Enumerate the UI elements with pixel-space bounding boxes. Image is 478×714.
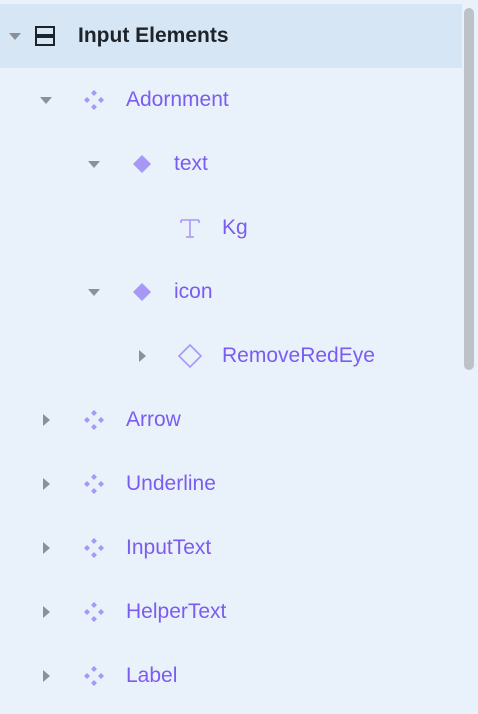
component-icon — [80, 580, 108, 644]
caret-right-icon[interactable] — [38, 516, 54, 580]
tree-item-label: RemoveRedEye — [222, 344, 375, 367]
tree-row-input-elements[interactable]: Input Elements — [0, 4, 462, 68]
tree-item-label: icon — [174, 280, 213, 303]
diamond-filled-icon — [128, 132, 156, 196]
caret-right-icon[interactable] — [38, 644, 54, 708]
layers-panel: Input Elements Adornment text Kg icon Re… — [0, 0, 478, 714]
tree-item-label: InputText — [126, 536, 212, 559]
tree-item-label: text — [174, 152, 208, 175]
tree-item-label: Label — [126, 664, 178, 687]
tree-item-label: HelperText — [126, 600, 227, 623]
caret-right-icon[interactable] — [38, 580, 54, 644]
tree-row-underline[interactable]: Underline — [0, 452, 462, 516]
caret-right-icon[interactable] — [38, 388, 54, 452]
tree-row-helpertext[interactable]: HelperText — [0, 580, 462, 644]
caret-down-icon[interactable] — [86, 260, 102, 324]
component-icon — [80, 644, 108, 708]
caret-down-icon[interactable] — [38, 68, 54, 132]
tree-row-adornment[interactable]: Adornment — [0, 68, 462, 132]
layout-rows-icon — [31, 4, 59, 68]
caret-down-icon[interactable] — [86, 132, 102, 196]
tree-item-label: Input Elements — [78, 24, 229, 47]
tree-item-label: Arrow — [126, 408, 181, 431]
component-icon — [80, 388, 108, 452]
caret-right-icon[interactable] — [134, 324, 150, 388]
diamond-filled-icon — [128, 260, 156, 324]
tree-item-label: Kg — [222, 216, 248, 239]
text-icon — [176, 196, 204, 260]
component-icon — [80, 516, 108, 580]
tree-row-text[interactable]: text — [0, 132, 462, 196]
tree-row-kg[interactable]: Kg — [0, 196, 462, 260]
diamond-outline-icon — [176, 324, 204, 388]
component-icon — [80, 452, 108, 516]
tree-item-label: Underline — [126, 472, 216, 495]
caret-down-icon[interactable] — [7, 4, 23, 68]
tree-row-inputtext[interactable]: InputText — [0, 516, 462, 580]
tree-item-label: Adornment — [126, 88, 229, 111]
caret-right-icon[interactable] — [38, 452, 54, 516]
tree-row-label[interactable]: Label — [0, 644, 462, 708]
component-icon — [80, 68, 108, 132]
tree-row-icon[interactable]: icon — [0, 260, 462, 324]
tree-row-removeredeye[interactable]: RemoveRedEye — [0, 324, 462, 388]
vertical-scrollbar[interactable] — [464, 8, 474, 370]
tree-row-arrow[interactable]: Arrow — [0, 388, 462, 452]
